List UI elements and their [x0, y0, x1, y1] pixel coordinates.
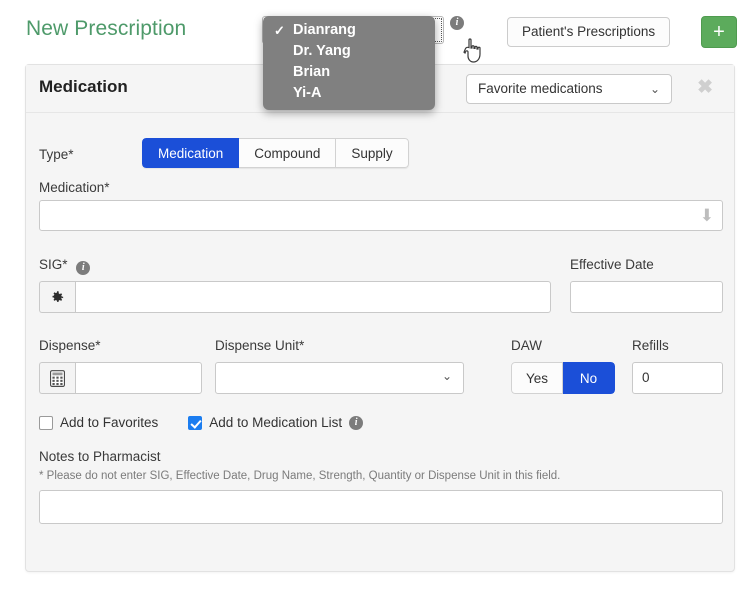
chevron-down-icon: ⌄	[441, 369, 452, 383]
checkbox-row: Add to Favorites Add to Medication List …	[39, 415, 364, 430]
dispense-input[interactable]	[75, 362, 202, 394]
arrow-down-icon: ⬇	[699, 206, 714, 225]
card-title: Medication	[39, 77, 128, 96]
add-to-favorites-checkbox[interactable]: Add to Favorites	[39, 415, 158, 430]
type-option-supply[interactable]: Supply	[336, 138, 409, 168]
add-prescription-button[interactable]: +	[701, 16, 737, 48]
page-title: New Prescription	[26, 17, 187, 40]
chevron-down-icon: ⌄	[649, 82, 660, 96]
dropdown-option-label: Dr. Yang	[293, 43, 351, 59]
calculator-icon[interactable]	[39, 362, 75, 394]
daw-option-yes[interactable]: Yes	[511, 362, 563, 394]
refills-label: Refills	[632, 338, 669, 353]
calculator-icon-svg	[50, 369, 65, 387]
medication-field-row: Medication* ⬇	[39, 180, 723, 231]
dropdown-option-label: Yi-A	[293, 85, 322, 101]
gear-icon-svg	[52, 290, 64, 302]
add-to-medication-list-label: Add to Medication List	[209, 415, 343, 430]
medication-label: Medication*	[39, 180, 110, 195]
dropdown-option-yi-a[interactable]: Yi-A	[263, 83, 435, 104]
daw-label: DAW	[511, 338, 542, 353]
type-option-compound[interactable]: Compound	[239, 138, 337, 168]
daw-segmented-control: Yes No	[511, 362, 615, 394]
patient-prescriptions-button[interactable]: Patient's Prescriptions	[507, 17, 671, 47]
dispense-unit-label: Dispense Unit*	[215, 338, 305, 353]
type-option-medication[interactable]: Medication	[142, 138, 240, 168]
gear-icon[interactable]	[39, 281, 75, 313]
check-icon: ✓	[274, 23, 285, 38]
daw-option-no[interactable]: No	[563, 362, 615, 394]
notes-label: Notes to Pharmacist	[39, 449, 161, 464]
close-icon[interactable]: ✖	[697, 78, 713, 98]
dispense-label: Dispense*	[39, 338, 101, 353]
type-segmented-control: Medication Compound Supply	[142, 138, 409, 168]
effective-date-label: Effective Date	[570, 257, 654, 272]
medication-list-info-icon[interactable]: i	[349, 415, 364, 430]
type-label: Type*	[39, 147, 74, 162]
add-to-favorites-label: Add to Favorites	[60, 415, 159, 430]
provider-dropdown-menu[interactable]: ✓ Dianrang Dr. Yang Brian Yi-A	[263, 16, 435, 110]
favorite-medications-value: Favorite medications	[478, 81, 603, 96]
favorite-medications-select[interactable]: Favorite medications ⌄	[466, 74, 672, 104]
provider-info-icon[interactable]: i	[450, 16, 464, 30]
dispense-unit-select[interactable]: ⌄	[215, 362, 464, 394]
notes-hint: * Please do not enter SIG, Effective Dat…	[39, 470, 561, 482]
sig-input[interactable]	[75, 281, 551, 313]
checkbox-box-checked[interactable]	[188, 415, 203, 430]
sig-info-icon[interactable]: i	[76, 261, 91, 275]
notes-input[interactable]	[39, 490, 723, 524]
medication-card: Medication Favorite medications ⌄ ✖ Type…	[25, 64, 735, 572]
refills-input[interactable]: 0	[632, 362, 723, 394]
dropdown-option-brian[interactable]: Brian	[263, 62, 435, 83]
add-to-medication-list-checkbox[interactable]: Add to Medication List i	[188, 415, 364, 430]
checkbox-box[interactable]	[39, 415, 53, 430]
sig-label-group: SIG* i	[39, 257, 91, 275]
dropdown-option-label: Brian	[293, 64, 331, 80]
dropdown-option-dr-yang[interactable]: Dr. Yang	[263, 41, 435, 62]
dispense-input-group	[39, 362, 202, 394]
dropdown-option-label: Dianrang	[293, 22, 356, 38]
sig-input-group	[39, 281, 551, 313]
notes-section: Notes to Pharmacist * Please do not ente…	[39, 449, 723, 524]
medication-input[interactable]: ⬇	[39, 200, 723, 231]
effective-date-input[interactable]	[570, 281, 723, 313]
app-root: New Prescription ⌄ i Patient's Prescript…	[0, 0, 752, 600]
sig-label: SIG*	[39, 257, 68, 272]
dropdown-option-dianrang[interactable]: ✓ Dianrang	[263, 20, 435, 41]
